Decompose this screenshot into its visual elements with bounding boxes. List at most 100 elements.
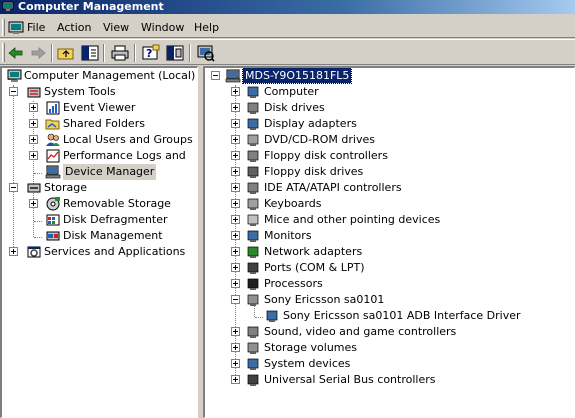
print-icon[interactable] [110,44,130,62]
tree-label-device-manager[interactable]: Device Manager [63,164,157,180]
expand-button[interactable] [29,199,38,208]
expand-button[interactable] [231,247,240,256]
device-node-storage-volumes[interactable]: Storage volumes [264,340,357,356]
floppy-controller-icon [247,150,259,162]
up-folder-icon[interactable] [56,44,76,62]
keyboard-icon [247,198,259,210]
device-node-sound[interactable]: Sound, video and game controllers [264,324,456,340]
tree-label-event-viewer[interactable]: Event Viewer [63,100,135,116]
device-node-sony-ericsson[interactable]: Sony Ericsson sa0101 [264,292,384,308]
tree-label-disk-management[interactable]: Disk Management [63,228,163,244]
expand-button[interactable] [231,263,240,272]
menu-view[interactable]: View [103,21,129,34]
mouse-icon [247,214,259,226]
network-adapter-icon [247,246,259,258]
menu-grip[interactable] [2,19,5,36]
device-node-disk-drives[interactable]: Disk drives [264,100,325,116]
event-viewer-icon [46,101,60,115]
device-node-floppy-controllers[interactable]: Floppy disk controllers [264,148,388,164]
expand-button[interactable] [231,103,240,112]
device-node-processors[interactable]: Processors [264,276,323,292]
tree-line [13,85,14,253]
forward-arrow-icon[interactable] [28,44,48,62]
expand-button[interactable] [29,103,38,112]
menu-file[interactable]: File [27,21,45,34]
device-node-keyboards[interactable]: Keyboards [264,196,321,212]
expand-button[interactable] [231,215,240,224]
device-node-monitors[interactable]: Monitors [264,228,312,244]
tree-label-services-apps[interactable]: Services and Applications [44,244,185,260]
disk-defragmenter-icon [46,214,60,226]
menu-window[interactable]: Window [141,21,184,34]
collapse-button[interactable] [9,87,18,96]
toolbar-separator [134,44,136,62]
window-title: Computer Management [18,0,164,13]
device-node-floppy-drives[interactable]: Floppy disk drives [264,164,363,180]
device-node-system-devices[interactable]: System devices [264,356,350,372]
expand-button[interactable] [231,135,240,144]
back-arrow-icon[interactable] [6,44,26,62]
users-icon [46,133,60,146]
display-adapter-icon [247,118,259,130]
tree-label-shared-folders[interactable]: Shared Folders [63,116,145,132]
menu-help-label: Help [194,21,220,34]
device-manager-icon [45,165,61,179]
device-node-mice[interactable]: Mice and other pointing devices [264,212,440,228]
toolbar-grip[interactable] [2,43,5,62]
tree-label-removable-storage[interactable]: Removable Storage [63,196,171,212]
system-tools-icon [27,87,41,98]
expand-button[interactable] [231,359,240,368]
expand-button[interactable] [231,151,240,160]
expand-button[interactable] [29,119,38,128]
device-node-computer[interactable]: Computer [264,84,319,100]
collapse-button[interactable] [231,295,240,304]
scan-hardware-icon[interactable] [196,44,216,62]
expand-button[interactable] [231,119,240,128]
device-node-display-adapters[interactable]: Display adapters [264,116,357,132]
device-node-ide-controllers[interactable]: IDE ATA/ATAPI controllers [264,180,402,196]
collapse-button[interactable] [211,71,220,80]
collapse-button[interactable] [9,183,18,192]
show-hide-tree-icon[interactable] [80,44,100,62]
properties-icon[interactable] [165,44,185,62]
menu-action[interactable]: Action [57,21,91,34]
expand-button[interactable] [231,231,240,240]
expand-button[interactable] [9,247,18,256]
computer-management-icon [7,69,22,82]
tree-line [34,237,42,238]
tree-label-storage[interactable]: Storage [44,180,87,196]
toolbar: ? [0,39,575,65]
menu-help[interactable]: Help [194,21,219,34]
console-tree-pane[interactable]: Computer Management (Local) System Tools… [0,66,198,418]
device-node-network-adapters[interactable]: Network adapters [264,244,362,260]
tree-label-local-users[interactable]: Local Users and Groups [63,132,193,148]
expand-button[interactable] [231,375,240,384]
floppy-drive-icon [247,166,259,178]
expand-button[interactable] [231,183,240,192]
tree-label-system-tools[interactable]: System Tools [44,84,116,100]
disk-management-icon [46,231,60,241]
help-icon[interactable]: ? [141,44,161,62]
console-icon[interactable] [8,20,24,36]
title-bar: Computer Management [0,0,575,14]
expand-button[interactable] [231,167,240,176]
device-tree-pane[interactable]: MDS-Y9O15181FL5 Computer Disk drives Displ… [203,66,575,418]
device-node-dvd-drives[interactable]: DVD/CD-ROM drives [264,132,375,148]
device-node-sony-ericsson-adb[interactable]: Sony Ericsson sa0101 ADB Interface Drive… [283,308,521,324]
expand-button[interactable] [231,327,240,336]
expand-button[interactable] [29,151,38,160]
adb-driver-icon [266,310,278,322]
expand-button[interactable] [231,343,240,352]
device-node-usb[interactable]: Universal Serial Bus controllers [264,372,435,388]
tree-line [34,221,42,222]
menu-bar: File Action View Window Help [0,17,575,38]
expand-button[interactable] [231,279,240,288]
expand-button[interactable] [29,135,38,144]
expand-button[interactable] [231,87,240,96]
device-tree-root[interactable]: MDS-Y9O15181FL5 [241,68,353,84]
tree-label-root[interactable]: Computer Management (Local) [24,68,195,84]
device-node-ports[interactable]: Ports (COM & LPT) [264,260,365,276]
tree-line [34,173,42,174]
expand-button[interactable] [231,199,240,208]
tree-label-disk-defragmenter[interactable]: Disk Defragmenter [63,212,168,228]
